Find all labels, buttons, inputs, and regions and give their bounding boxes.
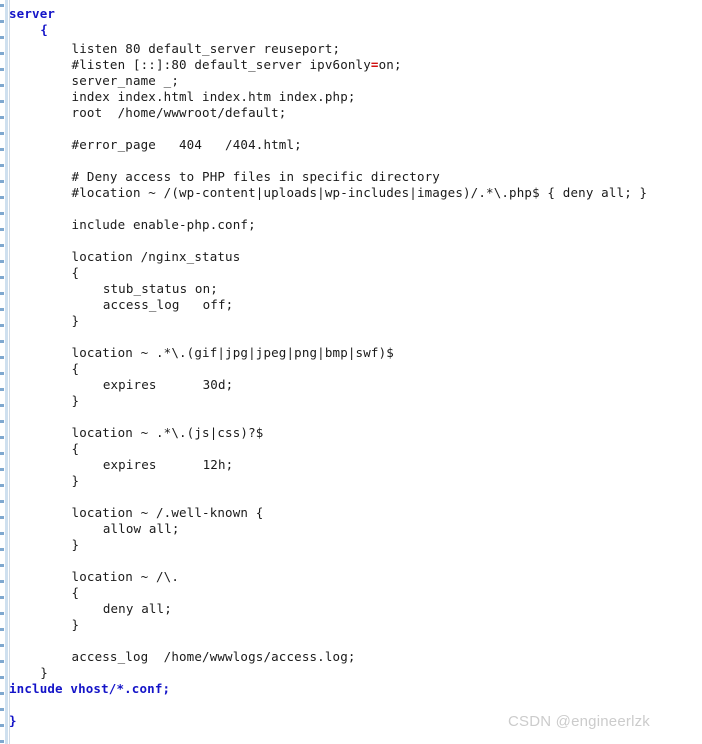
gutter-tick <box>0 308 4 311</box>
gutter-tick <box>0 532 4 535</box>
gutter-tick <box>0 516 4 519</box>
code-line[interactable]: expires 30d; <box>103 377 234 393</box>
gutter-tick <box>0 452 4 455</box>
gutter-tick <box>0 228 4 231</box>
gutter-tick <box>0 660 4 663</box>
code-line[interactable]: { <box>72 585 80 601</box>
code-line[interactable]: } <box>72 617 80 633</box>
code-line[interactable]: deny all; <box>103 601 172 617</box>
gutter-tick <box>0 244 4 247</box>
gutter-tick <box>0 20 4 23</box>
gutter-tick <box>0 420 4 423</box>
gutter-tick <box>0 196 4 199</box>
gutter-tick <box>0 356 4 359</box>
code-line[interactable]: { <box>40 22 48 38</box>
code-line[interactable]: include enable-php.conf; <box>72 217 256 233</box>
gutter-tick <box>0 404 4 407</box>
gutter-tick <box>0 36 4 39</box>
gutter-tick <box>0 436 4 439</box>
gutter-tick <box>0 740 4 743</box>
code-line[interactable]: } <box>72 473 80 489</box>
gutter-tick <box>0 84 4 87</box>
code-line[interactable]: #location ~ /(wp-content|uploads|wp-incl… <box>72 185 648 201</box>
code-line[interactable]: location ~ /.well-known { <box>72 505 264 521</box>
gutter-tick <box>0 564 4 567</box>
code-text: #listen [::]:80 default_server ipv6only <box>71 57 371 72</box>
code-line[interactable]: server <box>9 6 55 22</box>
csdn-watermark: CSDN @engineerlzk <box>508 713 651 730</box>
gutter-tick <box>0 148 4 151</box>
gutter-tick <box>0 68 4 71</box>
gutter-tick <box>0 4 4 7</box>
code-line[interactable]: location /nginx_status <box>72 249 241 265</box>
code-line[interactable]: server_name _; <box>72 73 179 89</box>
gutter-tick <box>0 708 4 711</box>
gutter-tick <box>0 260 4 263</box>
gutter-tick <box>0 180 4 183</box>
code-line[interactable]: expires 12h; <box>103 457 234 473</box>
code-line[interactable]: include vhost/*.conf; <box>9 681 170 697</box>
gutter-tick <box>0 340 4 343</box>
code-line[interactable]: access_log off; <box>103 297 234 313</box>
gutter-tick <box>0 484 4 487</box>
assignment-operator: = <box>370 57 379 72</box>
gutter-tick <box>0 164 4 167</box>
code-line[interactable]: listen 80 default_server reuseport; <box>72 41 341 57</box>
gutter-tick <box>0 100 4 103</box>
gutter-tick <box>0 212 4 215</box>
gutter-tick <box>0 116 4 119</box>
code-line[interactable]: # Deny access to PHP files in specific d… <box>72 169 440 185</box>
code-line[interactable]: location ~ .*\.(js|css)?$ <box>72 425 264 441</box>
code-line[interactable]: stub_status on; <box>103 281 218 297</box>
code-line[interactable]: } <box>72 537 80 553</box>
gutter-tick <box>0 324 4 327</box>
code-line[interactable]: access_log /home/wwwlogs/access.log; <box>72 649 356 665</box>
code-line[interactable]: } <box>40 665 48 681</box>
gutter-tick <box>0 644 4 647</box>
code-line[interactable]: root /home/wwwroot/default; <box>72 105 287 121</box>
gutter-tick <box>0 500 4 503</box>
gutter-tick <box>0 724 4 727</box>
gutter-tick <box>0 52 4 55</box>
gutter-tick <box>0 468 4 471</box>
code-text: on; <box>378 57 402 72</box>
code-line[interactable]: } <box>72 313 80 329</box>
code-line[interactable]: { <box>72 361 80 377</box>
gutter-tick <box>0 276 4 279</box>
gutter-tick <box>0 292 4 295</box>
gutter-tick <box>0 628 4 631</box>
gutter-tick <box>0 580 4 583</box>
gutter-tick <box>0 676 4 679</box>
code-line[interactable]: { <box>72 441 80 457</box>
code-line[interactable]: allow all; <box>103 521 180 537</box>
gutter-rail <box>5 0 8 744</box>
code-line[interactable]: } <box>72 393 80 409</box>
code-line[interactable]: location ~ .*\.(gif|jpg|jpeg|png|bmp|swf… <box>72 345 394 361</box>
code-line[interactable]: } <box>9 713 17 729</box>
code-viewer: server{listen 80 default_server reusepor… <box>0 0 702 744</box>
gutter-tick <box>0 548 4 551</box>
code-content[interactable]: server{listen 80 default_server reusepor… <box>9 0 702 744</box>
code-line[interactable]: location ~ /\. <box>72 569 179 585</box>
gutter-tick <box>0 612 4 615</box>
code-line[interactable]: index index.html index.htm index.php; <box>72 89 356 105</box>
gutter-tick <box>0 388 4 391</box>
gutter-tick <box>0 692 4 695</box>
code-line[interactable]: { <box>72 265 80 281</box>
gutter-tick <box>0 132 4 135</box>
code-line[interactable]: #listen [::]:80 default_server ipv6only=… <box>72 57 402 73</box>
code-line[interactable]: #error_page 404 /404.html; <box>72 137 302 153</box>
gutter-tick <box>0 596 4 599</box>
gutter-tick <box>0 372 4 375</box>
